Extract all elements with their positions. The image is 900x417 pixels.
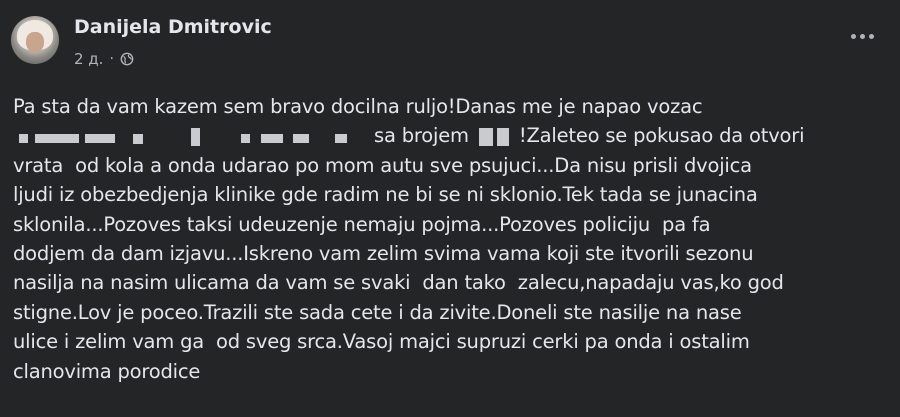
facebook-post: Danijela Dmitrovic 2 д. · Pa sta da vam … — [0, 0, 900, 417]
post-line: ljudi iz obezbedjenja klinike gde radim … — [13, 183, 758, 207]
post-line: Pa sta da vam kazem sem bravo docilna ru… — [13, 95, 703, 118]
post-line: ulice i zelim vam ga od sveg srca.Vasoj … — [13, 330, 750, 354]
post-timestamp[interactable]: 2 д. — [74, 50, 103, 68]
post-line: vrata od kola a onda udarao po mom autu … — [13, 153, 752, 177]
post-line: clanovima porodice — [13, 359, 201, 383]
post-meta: 2 д. · — [74, 50, 134, 68]
more-options-button[interactable] — [844, 24, 880, 48]
more-dot-icon — [868, 33, 874, 39]
post-line: nasilja na nasim ulicama da vam se svaki… — [13, 271, 784, 295]
globe-icon[interactable] — [120, 52, 134, 66]
meta-separator: · — [109, 51, 114, 67]
censored-name-redaction — [13, 127, 353, 146]
author-name[interactable]: Danijela Dmitrovic — [74, 16, 272, 38]
post-line-part: !Zaleteo se pokusao da otvori — [518, 124, 805, 148]
post-text: Pa sta da vam kazem sem bravo docilna ru… — [13, 92, 893, 386]
post-line-censored: sa brojem !Zaleteo se pokusao da otvori — [13, 121, 893, 150]
avatar-face — [26, 32, 44, 52]
censored-plate-redaction — [477, 127, 511, 146]
post-line: dodjem da dam izjavu...Iskreno vam zelim… — [13, 241, 754, 265]
more-dot-icon — [859, 33, 865, 39]
post-line-part: sa brojem — [374, 124, 469, 148]
more-dot-icon — [850, 33, 856, 39]
post-line: sklonila...Pozoves taksi udeuzenje nemaj… — [13, 212, 711, 236]
author-avatar[interactable] — [11, 16, 59, 64]
post-line: stigne.Lov je poceo.Trazili ste sada cet… — [13, 300, 742, 324]
